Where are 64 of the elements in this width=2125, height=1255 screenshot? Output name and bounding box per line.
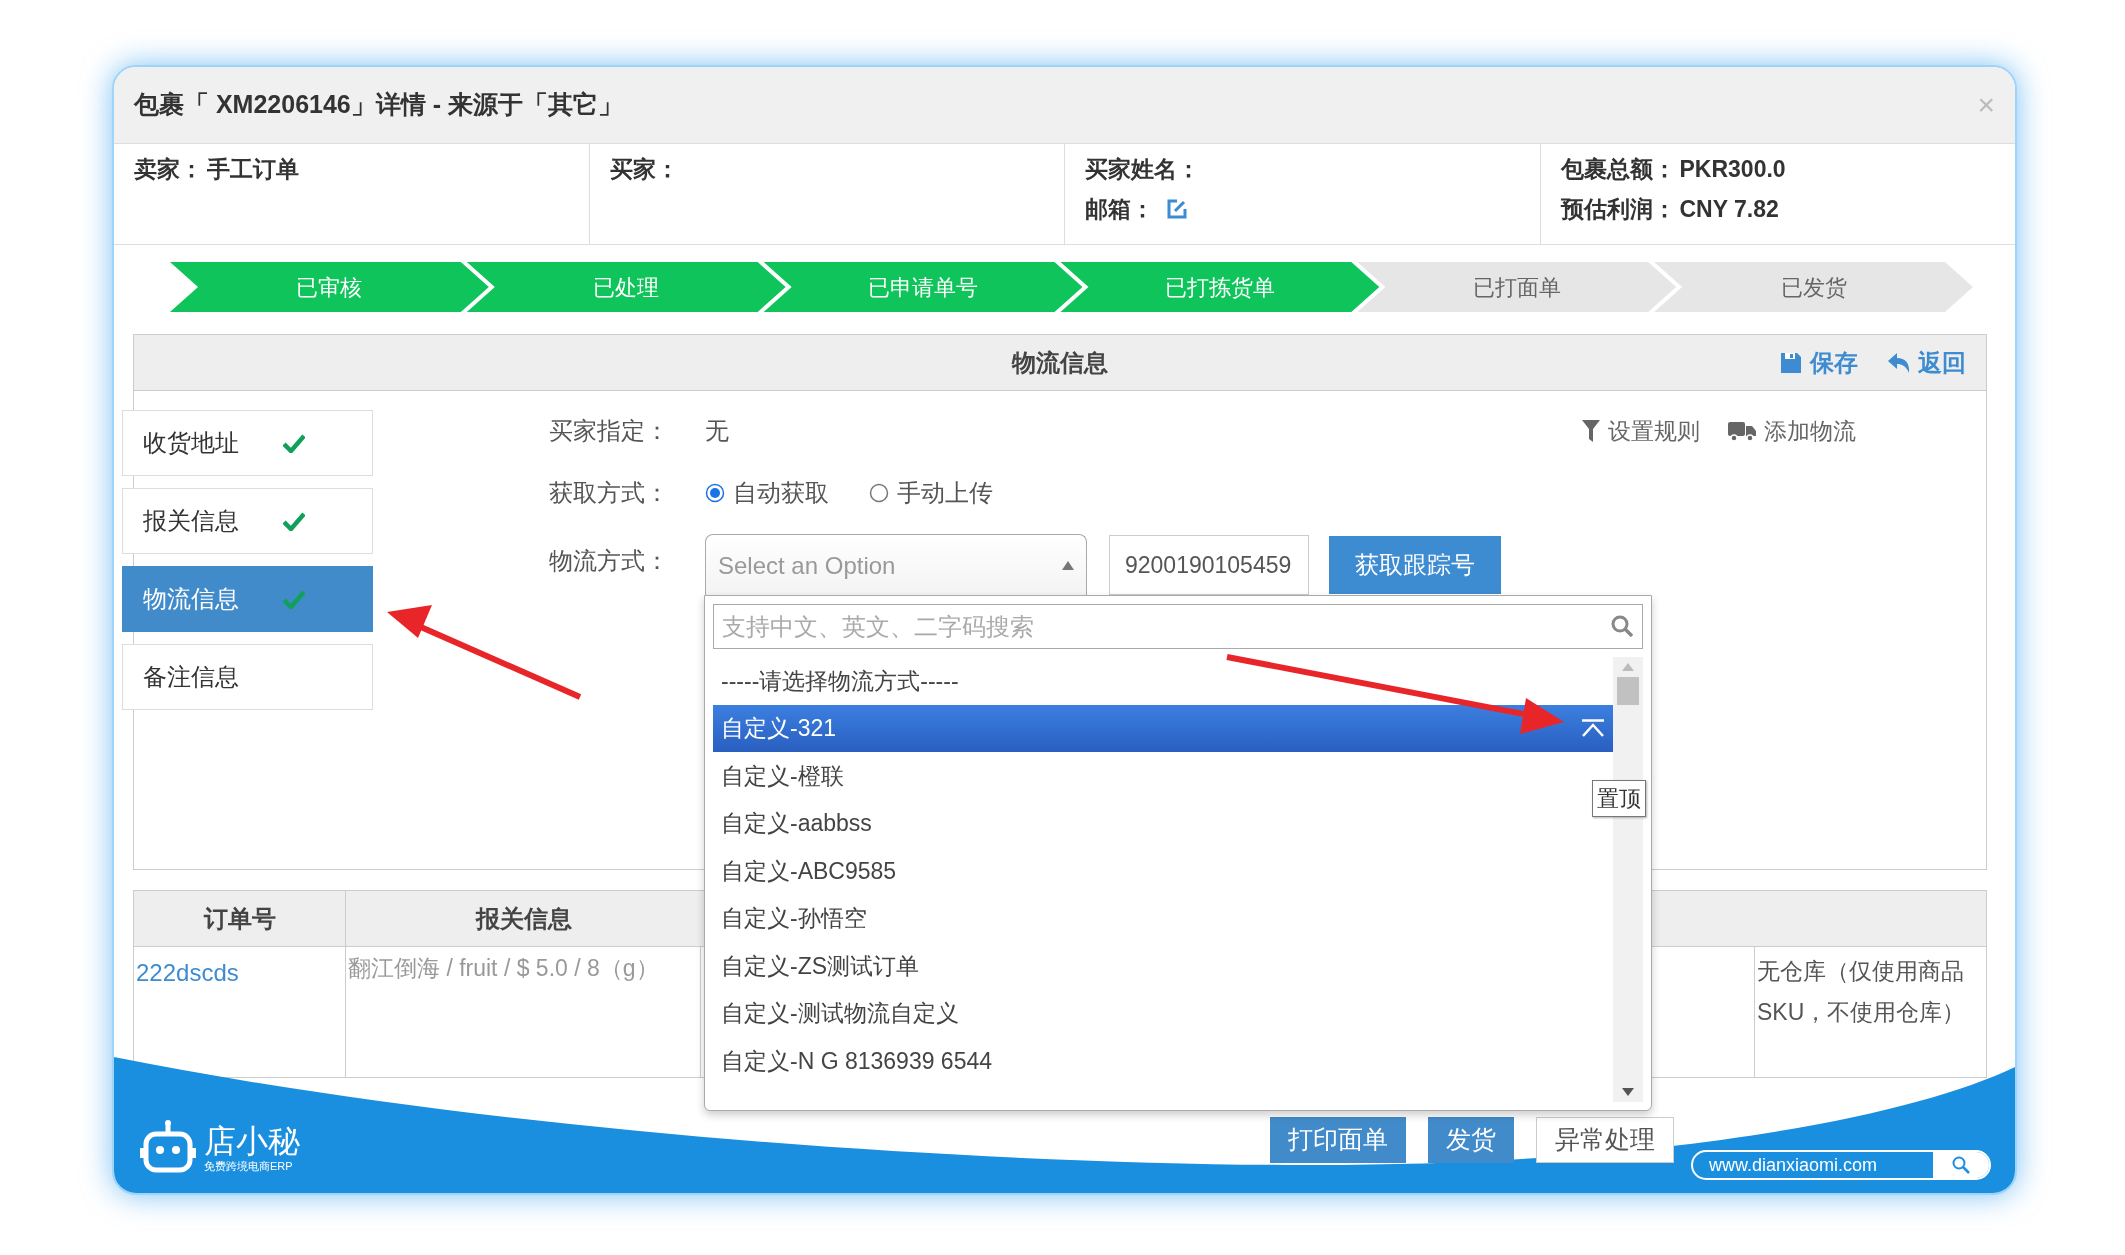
info-label: 包裹总额：	[1560, 154, 1676, 184]
dropdown-option[interactable]: 自定义-ZS测试订单	[713, 942, 1613, 990]
progress-step: 已打拣货单	[1060, 262, 1380, 312]
toolbar-link[interactable]: 添加物流	[1728, 413, 1856, 449]
search-field[interactable]: 支持中文、英文、二字码搜索	[713, 604, 1643, 649]
footer-button[interactable]: 打印面单	[1270, 1117, 1406, 1163]
info-value: 手工订单	[207, 154, 299, 184]
search-icon	[1611, 615, 1633, 637]
side-tab[interactable]: 报关信息	[122, 488, 373, 554]
side-tab[interactable]: 备注信息	[122, 644, 373, 710]
search-icon	[1952, 1156, 1970, 1174]
save-icon	[1780, 351, 1802, 374]
progress-step: 已申请单号	[763, 262, 1083, 312]
field-label: 物流方式：	[549, 546, 670, 576]
table-cell: 无仓库（仅使用商品SKU，不使用仓库）	[1757, 958, 1966, 1025]
radio-option[interactable]: 手动上传	[869, 475, 993, 511]
toolbar-link[interactable]: 设置规则	[1582, 413, 1700, 449]
dropdown-option[interactable]: 自定义-孙悟空	[713, 894, 1613, 942]
edit-icon[interactable]	[1166, 198, 1188, 220]
filter-icon	[1582, 420, 1600, 442]
get-tracking-button[interactable]: 获取跟踪号	[1329, 536, 1501, 594]
radio-icon[interactable]	[869, 483, 889, 503]
caret-icon	[1062, 561, 1074, 570]
side-tab[interactable]: 物流信息	[122, 566, 373, 632]
table-cell: 翻江倒海 / fruit / $ 5.0 / 8（g）	[348, 955, 659, 981]
robot-icon	[140, 1120, 196, 1176]
order-link[interactable]: 222dscds	[136, 959, 239, 986]
brand-tagline: 免费跨境电商ERP	[204, 1160, 294, 1172]
radio-option[interactable]: 自动获取	[705, 475, 829, 511]
info-label: 买家姓名：	[1085, 154, 1200, 184]
radio-icon[interactable]	[705, 483, 725, 503]
field-value: 无	[705, 416, 729, 446]
panel-title: 物流信息	[1012, 347, 1108, 378]
tooltip: 置顶	[1592, 780, 1646, 817]
info-value: CNY 7.82	[1679, 194, 1779, 224]
progress-step: 已发货	[1654, 262, 1973, 312]
column-header: 报关信息	[475, 903, 572, 934]
pin-to-top-icon[interactable]	[1581, 719, 1605, 738]
window-title: 包裹「 XM2206146」详情 - 来源于「其它」	[134, 89, 623, 121]
info-label: 预估利润：	[1560, 194, 1676, 224]
info-label: 买家：	[609, 154, 679, 184]
info-value: PKR300.0	[1679, 154, 1786, 184]
progress-step: 已审核	[170, 262, 489, 312]
field-label: 获取方式：	[549, 478, 670, 508]
column-header: 订单号	[203, 903, 276, 934]
info-label: 邮箱：	[1085, 194, 1154, 224]
footer-button[interactable]: 异常处理	[1536, 1117, 1674, 1163]
dropdown-option[interactable]: 自定义-321	[713, 704, 1613, 752]
dropdown-option[interactable]: 自定义-N G 8136939 6544	[713, 1037, 1613, 1085]
dropdown-option[interactable]: -----请选择物流方式-----	[713, 657, 1613, 705]
brand-name: 店小秘	[204, 1124, 300, 1157]
dropdown-option[interactable]: 自定义-测试物流自定义	[713, 989, 1613, 1037]
scroll-thumb[interactable]	[1617, 677, 1639, 705]
tracking-number-field[interactable]: 9200190105459	[1109, 535, 1309, 595]
scroll-down-icon[interactable]	[1622, 1088, 1634, 1096]
info-label: 卖家：	[134, 154, 203, 184]
truck-icon	[1728, 421, 1756, 441]
back-icon	[1888, 352, 1910, 373]
side-tab[interactable]: 收货地址	[122, 410, 373, 476]
field-label: 买家指定：	[549, 416, 670, 446]
footer-button[interactable]: 发货	[1428, 1117, 1514, 1163]
progress-step: 已处理	[466, 262, 786, 312]
dropdown-option[interactable]: 自定义-ABC9585	[713, 847, 1613, 895]
progress-step: 已打面单	[1357, 262, 1677, 312]
